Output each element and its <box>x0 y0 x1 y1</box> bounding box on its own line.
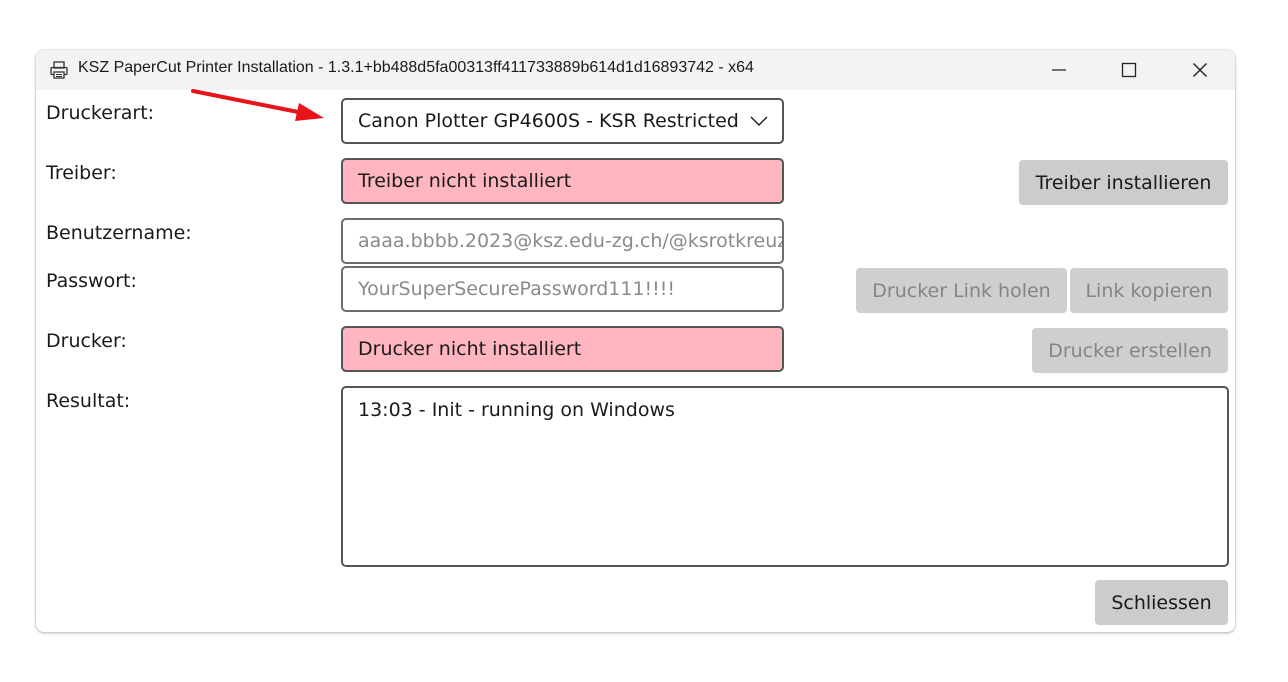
install-driver-button[interactable]: Treiber installieren <box>1019 160 1228 205</box>
printer-type-selected: Canon Plotter GP4600S - KSR Restricted <box>358 110 738 132</box>
printer-type-select[interactable]: Canon Plotter GP4600S - KSR Restricted <box>341 98 784 144</box>
printer-status: Drucker nicht installiert <box>341 326 784 372</box>
result-text: 13:03 - Init - running on Windows <box>358 399 675 421</box>
chevron-down-icon <box>750 116 768 127</box>
maximize-icon <box>1121 62 1137 78</box>
printer-label: Drucker: <box>46 330 127 352</box>
username-label: Benutzername: <box>46 222 192 244</box>
username-placeholder: aaaa.bbbb.2023@ksz.edu-zg.ch/@ksrotkreuz… <box>358 230 784 252</box>
driver-status: Treiber nicht installiert <box>341 158 784 204</box>
get-printer-link-button[interactable]: Drucker Link holen <box>856 268 1067 313</box>
result-label: Resultat: <box>46 390 131 412</box>
close-icon <box>1193 63 1207 77</box>
password-placeholder: YourSuperSecurePassword111!!!! <box>358 278 676 300</box>
minimize-icon <box>1052 69 1066 71</box>
username-input[interactable]: aaaa.bbbb.2023@ksz.edu-zg.ch/@ksrotkreuz… <box>341 218 784 264</box>
printer-type-label: Druckerart: <box>46 102 155 124</box>
maximize-button[interactable] <box>1094 50 1164 90</box>
app-window: KSZ PaperCut Printer Installation - 1.3.… <box>36 50 1235 632</box>
close-button[interactable]: Schliessen <box>1095 580 1228 625</box>
driver-label: Treiber: <box>46 162 117 184</box>
password-label: Passwort: <box>46 270 137 292</box>
close-window-button[interactable] <box>1165 50 1235 90</box>
minimize-button[interactable] <box>1024 50 1094 90</box>
password-input[interactable]: YourSuperSecurePassword111!!!! <box>341 266 784 312</box>
create-printer-button[interactable]: Drucker erstellen <box>1032 328 1228 373</box>
result-textarea[interactable]: 13:03 - Init - running on Windows <box>341 386 1229 567</box>
window-title: KSZ PaperCut Printer Installation - 1.3.… <box>78 59 754 76</box>
printer-icon <box>50 61 68 79</box>
title-bar[interactable]: KSZ PaperCut Printer Installation - 1.3.… <box>36 50 1235 90</box>
copy-link-button[interactable]: Link kopieren <box>1070 268 1228 313</box>
annotation-arrow-icon <box>191 89 324 121</box>
